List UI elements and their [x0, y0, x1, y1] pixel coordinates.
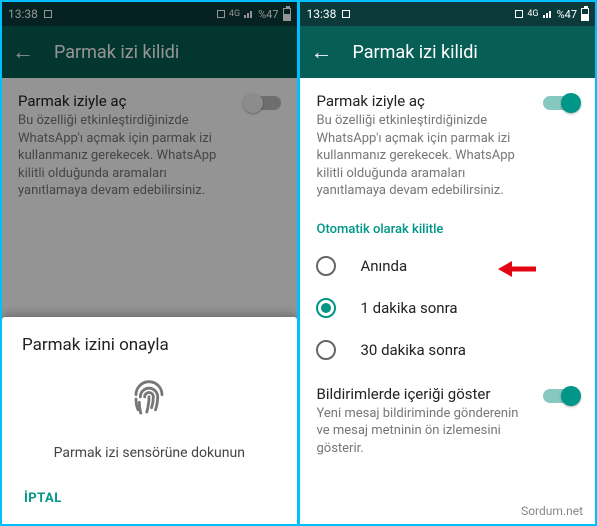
phone-right: 13:38 4G %47 ← Parmak izi kilidi Parmak …	[300, 2, 595, 524]
battery-icon	[581, 8, 589, 21]
radio-icon	[316, 340, 336, 360]
autolock-option-immediate[interactable]: Anında	[316, 245, 579, 287]
show-content-row[interactable]: Bildirimlerde içeriği göster Yeni mesaj …	[316, 385, 579, 458]
page-title: Parmak izi kilidi	[352, 42, 477, 63]
autolock-option-1min[interactable]: 1 dakika sonra	[316, 287, 579, 329]
fingerprint-unlock-row[interactable]: Parmak iziyle aç Bu özelliği etkinleştir…	[316, 92, 579, 200]
radio-icon	[316, 256, 336, 276]
notif-title: Bildirimlerde içeriği göster	[316, 385, 529, 403]
battery-text: %47	[557, 8, 577, 21]
dialog-title: Parmak izini onayla	[22, 335, 277, 355]
autolock-option-30min[interactable]: 30 dakika sonra	[316, 329, 579, 371]
notif-toggle[interactable]	[543, 389, 579, 403]
radio-icon	[316, 298, 336, 318]
unlock-desc: Bu özelliği etkinleştirdiğinizde WhatsAp…	[316, 112, 529, 200]
watermark: Sordum.net	[521, 504, 583, 518]
phone-left: 13:38 4G %47 ← Parmak izi kilidi Parmak …	[2, 2, 297, 524]
dialog-instruction: Parmak izi sensörüne dokunun	[22, 445, 277, 461]
fingerprint-dialog: Parmak izini onayla Parmak izi sensörüne…	[2, 317, 297, 524]
radio-label: 30 dakika sonra	[360, 341, 465, 359]
unlock-toggle[interactable]	[543, 96, 579, 110]
unlock-title: Parmak iziyle aç	[316, 92, 529, 110]
cancel-button[interactable]: İPTAL	[22, 485, 64, 512]
radio-label: 1 dakika sonra	[360, 299, 457, 317]
status-icon	[515, 10, 523, 18]
status-time: 13:38	[306, 7, 336, 21]
radio-label: Anında	[360, 257, 407, 275]
network-label: 4G	[527, 9, 538, 19]
signal-icon	[543, 10, 553, 18]
back-icon[interactable]: ←	[310, 39, 332, 65]
status-app-icon	[342, 10, 350, 18]
fingerprint-icon	[123, 373, 175, 429]
notif-desc: Yeni mesaj bildiriminde gönderenin ve me…	[316, 405, 529, 458]
status-bar: 13:38 4G %47	[300, 2, 595, 26]
app-bar: ← Parmak izi kilidi	[300, 26, 595, 78]
autolock-section-title: Otomatik olarak kilitle	[316, 222, 579, 237]
